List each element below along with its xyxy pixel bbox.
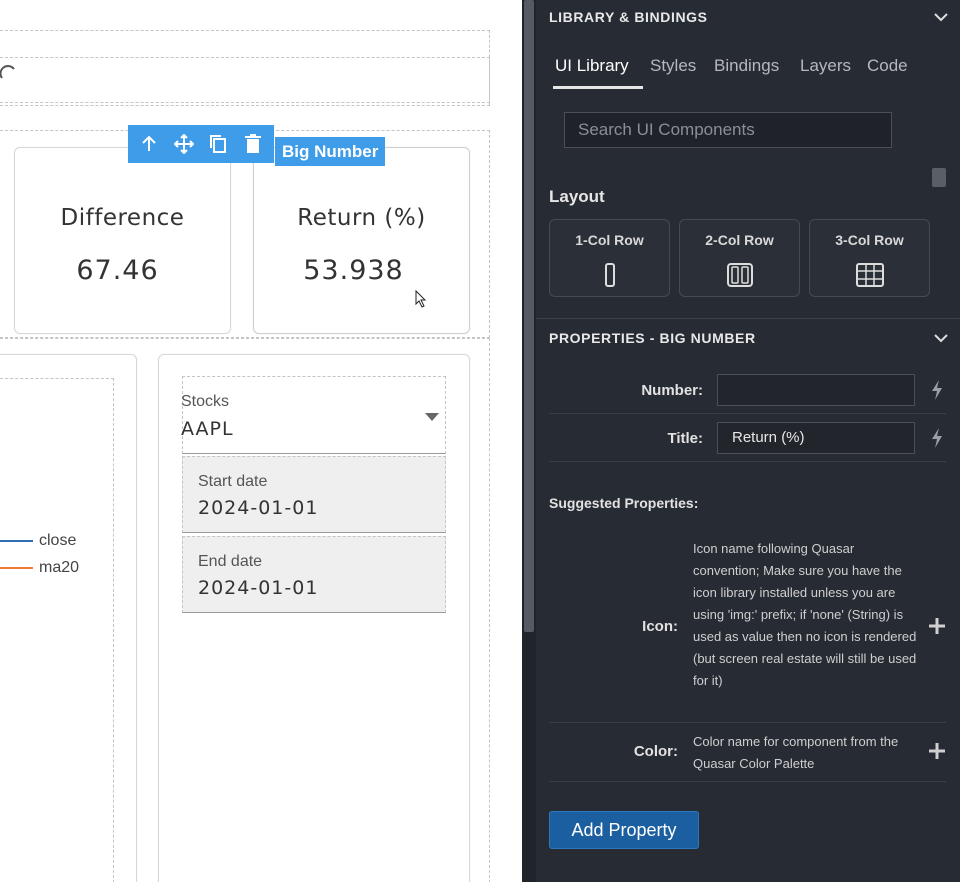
two-column-icon xyxy=(726,263,753,287)
big-number-title: Difference xyxy=(60,205,185,231)
duplicate-button[interactable] xyxy=(203,129,233,159)
canvas-scrollbar-thumb[interactable] xyxy=(524,0,534,632)
big-number-value: 53.938 xyxy=(303,255,404,286)
legend-line-close xyxy=(0,540,33,542)
panel-scrollbar-thumb[interactable] xyxy=(932,168,946,187)
suggested-description-icon: Icon name following Quasar convention; M… xyxy=(693,541,917,688)
start-date-field[interactable]: Start date 2024-01-01 xyxy=(182,456,446,533)
move-icon xyxy=(173,134,194,154)
property-divider xyxy=(549,461,946,462)
add-property-button[interactable]: Add Property xyxy=(549,811,699,849)
property-label-number: Number: xyxy=(641,382,703,399)
dropdown-arrow-icon xyxy=(425,413,439,421)
bolt-icon[interactable] xyxy=(931,428,943,448)
component-toolbar xyxy=(128,125,274,163)
trash-icon xyxy=(244,134,261,153)
tab-styles[interactable]: Styles xyxy=(650,56,696,76)
end-date-label: End date xyxy=(198,553,263,570)
number-input[interactable] xyxy=(717,374,915,406)
legend-line-ma20 xyxy=(0,567,33,569)
layout-heading: Layout xyxy=(549,187,605,206)
section-divider xyxy=(536,318,960,319)
legend-item-ma20: ma20 xyxy=(0,559,79,577)
big-number-value: 67.46 xyxy=(76,255,159,286)
property-divider xyxy=(549,722,946,723)
suggested-properties-heading: Suggested Properties: xyxy=(549,495,699,511)
tab-code[interactable]: Code xyxy=(867,56,908,76)
legend-label: close xyxy=(39,532,77,549)
legend-label: ma20 xyxy=(39,559,80,576)
move-button[interactable] xyxy=(169,129,199,159)
chevron-down-icon[interactable] xyxy=(934,10,948,24)
layout-2-col-row[interactable]: 2-Col Row xyxy=(679,219,800,297)
end-date-value: 2024-01-01 xyxy=(198,577,319,599)
properties-header[interactable]: PROPERTIES - BIG NUMBER xyxy=(549,330,756,346)
tab-bindings[interactable]: Bindings xyxy=(714,56,779,76)
big-number-card-return[interactable]: Return (%) 53.938 xyxy=(253,147,470,334)
property-divider xyxy=(549,781,946,782)
layout-item-label: 3-Col Row xyxy=(835,232,904,248)
bolt-icon[interactable] xyxy=(931,380,943,400)
active-tab-indicator xyxy=(553,86,643,89)
layout-item-label: 2-Col Row xyxy=(705,232,774,248)
big-number-card-difference[interactable]: Difference 67.46 xyxy=(14,147,231,334)
start-date-value: 2024-01-01 xyxy=(198,497,319,519)
stocks-select[interactable]: Stocks AAPL xyxy=(181,376,446,454)
layout-1-col-row[interactable]: 1-Col Row xyxy=(549,219,670,297)
tab-ui-library[interactable]: UI Library xyxy=(555,56,629,76)
canvas: Difference 67.46 Return (%) 53.938 Big N… xyxy=(0,0,522,882)
property-label-title: Title: xyxy=(667,430,703,447)
big-number-title: Return (%) xyxy=(297,205,426,231)
suggested-label-icon: Icon: xyxy=(642,618,678,635)
copy-icon xyxy=(210,135,227,153)
one-column-icon xyxy=(604,263,615,287)
stocks-value: AAPL xyxy=(181,418,234,440)
chevron-down-icon[interactable] xyxy=(934,331,948,345)
start-date-label: Start date xyxy=(198,473,268,490)
tab-layers[interactable]: Layers xyxy=(800,56,851,76)
selected-component-tag: Big Number xyxy=(275,137,386,166)
suggested-description-color: Color name for component from the Quasar… xyxy=(693,734,899,771)
spinner-icon xyxy=(0,65,15,79)
stocks-label: Stocks xyxy=(181,393,230,410)
cursor-icon xyxy=(415,290,427,308)
plus-icon[interactable] xyxy=(928,617,946,635)
chart-area xyxy=(0,378,114,882)
suggested-label-color: Color: xyxy=(633,743,678,760)
property-divider xyxy=(549,413,946,414)
delete-button[interactable] xyxy=(238,129,268,159)
end-date-field[interactable]: End date 2024-01-01 xyxy=(182,536,446,613)
layout-3-col-row[interactable]: 3-Col Row xyxy=(809,219,930,297)
legend-item-close: close xyxy=(0,532,76,550)
side-panel: LIBRARY & BINDINGS UI Library Styles Bin… xyxy=(536,0,960,882)
arrow-up-icon xyxy=(142,135,156,151)
three-column-icon xyxy=(855,263,884,287)
title-input[interactable]: Return (%) xyxy=(717,422,915,454)
plus-icon[interactable] xyxy=(928,742,946,760)
top-input-box[interactable] xyxy=(0,57,490,103)
library-header[interactable]: LIBRARY & BINDINGS xyxy=(549,9,708,25)
move-up-button[interactable] xyxy=(134,129,164,159)
layout-item-label: 1-Col Row xyxy=(575,232,644,248)
component-search-input[interactable] xyxy=(564,112,892,148)
